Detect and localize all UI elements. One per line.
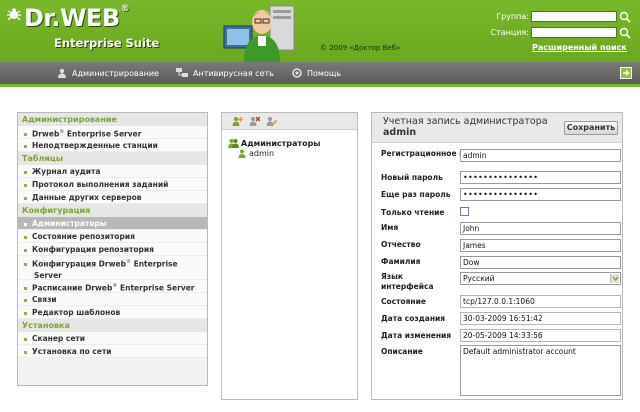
surname-field[interactable]: Dow xyxy=(460,256,621,269)
bullet-icon xyxy=(24,170,27,174)
nav-administration[interactable]: Администрирование xyxy=(57,67,159,79)
name-label: Имя xyxy=(381,223,399,232)
nav-underline xyxy=(0,84,640,87)
sidebar-item-other-servers-data[interactable]: Данные других серверов xyxy=(18,191,207,204)
nav-label: Помощь xyxy=(307,68,342,78)
description-field[interactable]: Default administrator account xyxy=(460,345,621,396)
sidebar-item-server-schedule[interactable]: Расписание Drweb® Enterprise Server xyxy=(18,280,207,293)
tree-node-admin[interactable]: admin xyxy=(238,149,274,158)
patronymic-label: Отчество xyxy=(381,240,421,249)
edit-icon[interactable] xyxy=(266,116,277,127)
language-select[interactable]: Русский xyxy=(460,272,621,285)
created-label: Дата создания xyxy=(381,314,446,323)
administrators-tree-panel: Администраторы admin xyxy=(221,112,358,400)
name-field[interactable]: John xyxy=(460,222,621,235)
main-nav: Администрирование Антивирусная сеть Помо… xyxy=(0,62,640,84)
save-button[interactable]: Сохранить xyxy=(564,121,618,135)
search-icon[interactable] xyxy=(619,27,631,39)
logo[interactable]: Dr.WEB® xyxy=(24,4,130,32)
tree-root-label: Администраторы xyxy=(241,138,321,148)
sidebar-item-repository-config[interactable]: Конфигурация репозитория xyxy=(18,243,207,256)
password-label: Новый пароль xyxy=(381,173,443,182)
tree-child-label: admin xyxy=(249,149,275,158)
bullet-icon xyxy=(24,350,27,354)
spider-logo-icon xyxy=(7,8,21,21)
bullet-icon xyxy=(24,248,27,252)
nav-label: Антивирусная сеть xyxy=(193,68,274,78)
created-value: 30-03-2009 16:51:42 xyxy=(460,312,621,325)
bullet-icon xyxy=(24,298,27,302)
state-label: Состояние xyxy=(381,297,426,306)
sidebar-item-unapproved-stations[interactable]: Неподтвержденные станции xyxy=(18,139,207,152)
nav-label: Администрирование xyxy=(72,68,159,78)
exit-icon[interactable] xyxy=(620,67,632,79)
bullet-icon xyxy=(24,311,27,315)
bullet-icon xyxy=(24,133,27,136)
account-title: Учетная запись администратора admin xyxy=(383,116,548,138)
sidebar-item-server[interactable]: Drweb® Enterprise Server xyxy=(18,126,207,139)
readonly-checkbox[interactable] xyxy=(460,207,469,216)
app-header: Dr.WEB® Enterprise Suite © 2009 «Доктор … xyxy=(0,0,640,62)
sidebar-item-administrators[interactable]: Администраторы xyxy=(18,217,207,230)
admin-icon xyxy=(58,68,66,78)
network-icon xyxy=(176,68,188,77)
description-label: Описание xyxy=(381,347,423,356)
language-label: Язык интерфейса xyxy=(381,272,434,291)
patronymic-field[interactable]: James xyxy=(460,239,621,252)
help-icon xyxy=(292,68,302,78)
bullet-icon xyxy=(24,183,27,187)
bullet-icon xyxy=(24,287,27,290)
station-label: Станция: xyxy=(490,28,529,37)
sidebar-section-administration: Администрирование xyxy=(18,113,207,126)
sidebar-item-audit-log[interactable]: Журнал аудита xyxy=(18,165,207,178)
group-label: Группа: xyxy=(496,12,529,21)
group-icon xyxy=(228,139,239,148)
advanced-search-link[interactable]: Расширенный поиск xyxy=(532,43,627,52)
sidebar-item-network-scanner[interactable]: Сканер сети xyxy=(18,332,207,345)
sidebar-section-installation: Установка xyxy=(18,319,207,332)
language-value: Русский xyxy=(463,274,495,283)
bullet-icon xyxy=(24,337,27,341)
sidebar-item-task-log[interactable]: Протокол выполнения заданий xyxy=(18,178,207,191)
search-icon[interactable] xyxy=(619,11,631,23)
tree-toolbar xyxy=(222,113,357,130)
logo-subtitle: Enterprise Suite xyxy=(54,36,160,50)
sidebar-item-template-editor[interactable]: Редактор шаблонов xyxy=(18,306,207,319)
sidebar-item-repository-state[interactable]: Состояние репозитория xyxy=(18,230,207,243)
login-field[interactable]: admin xyxy=(460,149,621,162)
sidebar: Администрирование Drweb® Enterprise Serv… xyxy=(17,112,208,386)
readonly-label: Только чтение xyxy=(381,208,445,217)
modified-label: Дата изменения xyxy=(381,331,452,340)
account-panel-header: Учетная запись администратора admin Сохра… xyxy=(372,113,622,143)
mascot-illustration xyxy=(223,5,295,62)
delete-user-icon[interactable] xyxy=(249,116,260,127)
sidebar-item-links[interactable]: Связи xyxy=(18,293,207,306)
bullet-icon xyxy=(24,235,27,239)
modified-value: 20-05-2009 14:33:56 xyxy=(460,329,621,342)
state-value: tcp/127.0.0.1:1060 xyxy=(460,295,621,308)
sidebar-item-network-install[interactable]: Установка по сети xyxy=(18,345,207,358)
sidebar-section-configuration: Конфигурация xyxy=(18,204,207,217)
account-panel: Учетная запись администратора admin Сохра… xyxy=(371,112,623,400)
bullet-icon xyxy=(24,222,27,226)
bullet-icon xyxy=(24,144,27,148)
tree-node-administrators[interactable]: Администраторы xyxy=(228,138,321,148)
copyright: © 2009 «Доктор Веб» xyxy=(320,44,401,52)
station-input[interactable] xyxy=(531,27,617,38)
sidebar-item-server-config[interactable]: Конфигурация Drweb® Enterprise Server xyxy=(18,256,207,280)
chevron-down-icon[interactable] xyxy=(610,274,619,283)
password-repeat-label: Еще раз пароль xyxy=(381,190,451,199)
nav-help[interactable]: Помощь xyxy=(292,67,341,79)
surname-label: Фамилия xyxy=(381,257,421,266)
add-user-icon[interactable] xyxy=(232,116,243,127)
bullet-icon xyxy=(24,263,27,266)
nav-antivirus-network[interactable]: Антивирусная сеть xyxy=(176,67,274,79)
password-field[interactable]: ••••••••••••••• xyxy=(460,171,621,184)
group-input[interactable] xyxy=(531,11,617,22)
bullet-icon xyxy=(24,196,27,200)
password-repeat-field[interactable]: ••••••••••••••• xyxy=(460,188,621,201)
sidebar-section-tables: Таблицы xyxy=(18,152,207,165)
user-icon xyxy=(238,149,246,158)
